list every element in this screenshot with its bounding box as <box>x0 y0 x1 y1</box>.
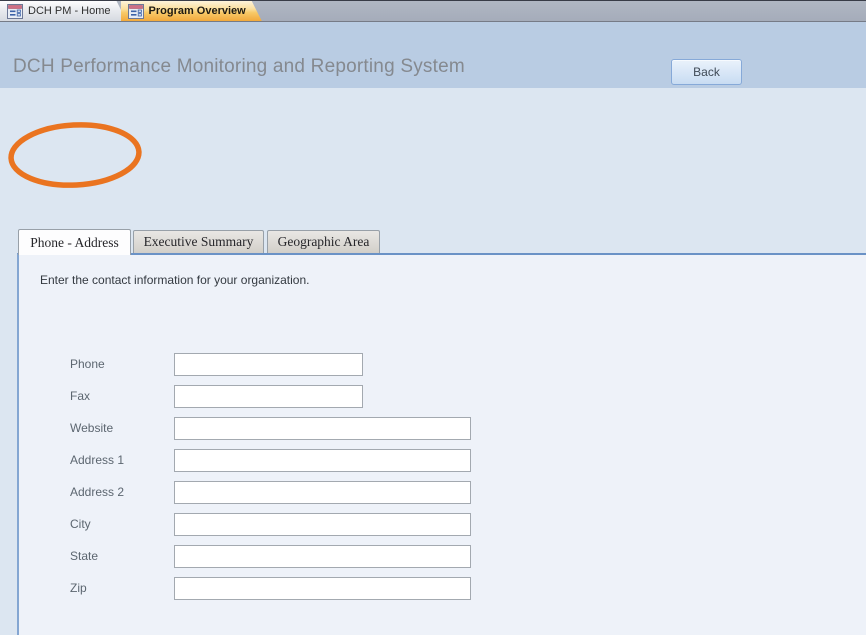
form-icon <box>128 4 144 19</box>
address1-input[interactable] <box>174 449 471 472</box>
doc-tab-program-overview[interactable]: Program Overview <box>121 1 262 21</box>
address2-label: Address 2 <box>70 485 170 499</box>
state-label: State <box>70 549 170 563</box>
tab-label: Executive Summary <box>144 234 254 250</box>
zip-input[interactable] <box>174 577 471 600</box>
back-button[interactable]: Back <box>671 59 742 85</box>
tab-phone-address[interactable]: Phone - Address <box>18 229 131 255</box>
phone-label: Phone <box>70 357 170 371</box>
form-icon <box>7 4 23 19</box>
website-label: Website <box>70 421 170 435</box>
city-input[interactable] <box>174 513 471 536</box>
city-label: City <box>70 517 170 531</box>
instruction-text: Enter the contact information for your o… <box>40 273 309 287</box>
tab-label: Geographic Area <box>278 234 370 250</box>
fax-label: Fax <box>70 389 170 403</box>
tab-executive-summary[interactable]: Executive Summary <box>133 230 264 253</box>
phone-input[interactable] <box>174 353 363 376</box>
state-input[interactable] <box>174 545 471 568</box>
tab-label: Phone - Address <box>30 235 119 251</box>
address1-label: Address 1 <box>70 453 170 467</box>
form-body: Phone - Address Executive Summary Geogra… <box>0 88 866 554</box>
doc-tab-label: Program Overview <box>149 5 246 17</box>
form-header: DCH Performance Monitoring and Reporting… <box>0 22 866 88</box>
fax-input[interactable] <box>174 385 363 408</box>
doc-tab-dch-pm-home[interactable]: DCH PM - Home <box>0 1 127 21</box>
tab-geographic-area[interactable]: Geographic Area <box>267 230 380 253</box>
website-input[interactable] <box>174 417 471 440</box>
doc-tab-label: DCH PM - Home <box>28 5 111 17</box>
zip-label: Zip <box>70 581 170 595</box>
document-tab-bar: DCH PM - Home Program Overview <box>0 0 866 22</box>
address2-input[interactable] <box>174 481 471 504</box>
page-title: DCH Performance Monitoring and Reporting… <box>13 56 465 78</box>
